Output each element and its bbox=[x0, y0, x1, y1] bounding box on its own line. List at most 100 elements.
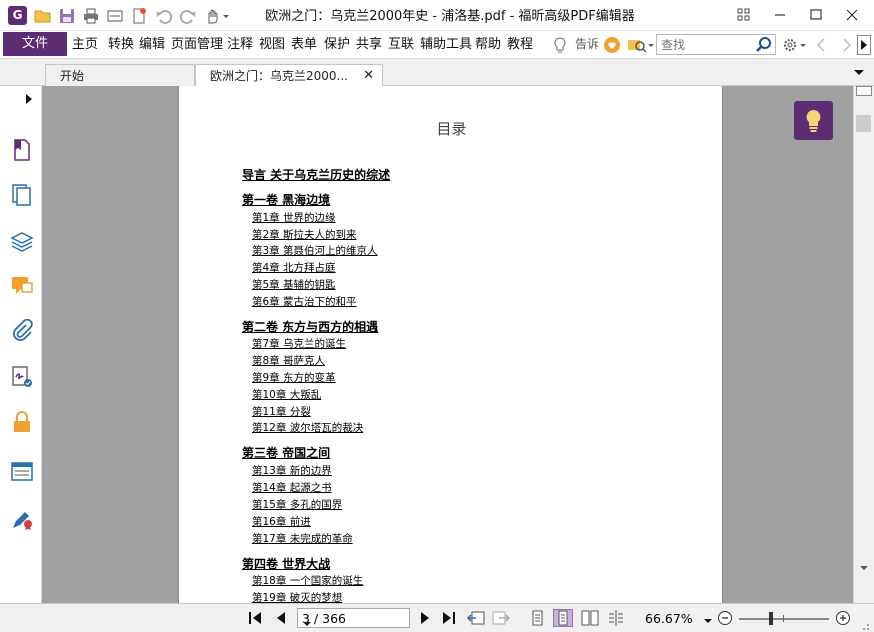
ribbon-expand-icon[interactable] bbox=[857, 35, 871, 55]
scan-icon[interactable] bbox=[106, 7, 124, 25]
toc-chapter-link[interactable]: 第12章 波尔塔瓦的裁决 bbox=[252, 420, 363, 435]
undo-icon[interactable] bbox=[155, 7, 173, 25]
menu-help[interactable]: 帮助 bbox=[475, 31, 501, 58]
facing-view-icon[interactable] bbox=[581, 610, 599, 626]
toc-chapter-link[interactable]: 第15章 多孔的国界 bbox=[252, 497, 342, 512]
toc-section-link[interactable]: 第三卷 帝国之间 bbox=[242, 444, 330, 461]
form-fields-icon[interactable] bbox=[10, 460, 34, 484]
scrollbar-thumb[interactable] bbox=[856, 115, 871, 132]
toc-chapter-link[interactable]: 第7章 乌克兰的诞生 bbox=[252, 336, 346, 351]
tab-list-dropdown-icon[interactable] bbox=[852, 67, 866, 79]
pdf-page[interactable]: 目录 导言 关于乌克兰历史的综述 第一卷 黑海边境 第1章 世界的边缘 第2章 … bbox=[178, 86, 723, 603]
tab-start[interactable]: 开始 bbox=[45, 64, 195, 88]
toc-chapter-link[interactable]: 第5章 基辅的钥匙 bbox=[252, 277, 336, 292]
toc-chapter-link[interactable]: 第19章 破灭的梦想 bbox=[252, 590, 342, 603]
menu-connect[interactable]: 互联 bbox=[388, 31, 414, 58]
layers-icon[interactable] bbox=[10, 229, 34, 253]
zoom-slider-thumb[interactable] bbox=[769, 612, 773, 625]
menu-form[interactable]: 表单 bbox=[291, 31, 317, 58]
menu-convert[interactable]: 转换 bbox=[108, 31, 134, 58]
window-resize-grip-icon[interactable] bbox=[857, 618, 871, 632]
continuous-facing-view-icon[interactable] bbox=[607, 610, 625, 626]
menu-comment[interactable]: 注释 bbox=[227, 31, 253, 58]
find-dropdown-icon[interactable] bbox=[627, 36, 655, 54]
hint-lightbulb-button[interactable] bbox=[794, 101, 833, 140]
menu-share[interactable]: 共享 bbox=[356, 31, 382, 58]
toc-chapter-link[interactable]: 第13章 新的边界 bbox=[252, 463, 332, 478]
toc-chapter-link[interactable]: 第3章 第聂伯河上的维京人 bbox=[252, 243, 378, 258]
feedback-icon[interactable] bbox=[603, 36, 621, 54]
maximize-icon[interactable] bbox=[805, 5, 827, 25]
document-view[interactable]: 目录 导言 关于乌克兰历史的综述 第一卷 黑海边境 第1章 世界的边缘 第2章 … bbox=[42, 86, 853, 603]
last-page-icon[interactable] bbox=[441, 610, 457, 626]
toc-chapter-link[interactable]: 第8章 哥萨克人 bbox=[252, 353, 325, 368]
single-page-view-icon[interactable] bbox=[529, 610, 545, 626]
menu-home[interactable]: 主页 bbox=[72, 31, 98, 58]
menu-accessibility[interactable]: 辅助工具 bbox=[420, 31, 472, 58]
security-lock-icon[interactable] bbox=[10, 410, 34, 434]
toc-section-link[interactable]: 导言 关于乌克兰历史的综述 bbox=[242, 166, 390, 183]
zoom-in-icon[interactable] bbox=[835, 610, 851, 626]
zoom-slider[interactable] bbox=[739, 612, 829, 625]
tab-document[interactable]: 欧洲之门：乌克兰2000... ✕ bbox=[195, 64, 383, 88]
open-folder-icon[interactable] bbox=[34, 7, 52, 25]
signatures-icon[interactable] bbox=[10, 365, 34, 389]
menu-organize[interactable]: 页面管理 bbox=[171, 31, 223, 58]
bookmarks-icon[interactable] bbox=[10, 138, 34, 162]
close-window-icon[interactable] bbox=[841, 5, 863, 25]
lightbulb-icon[interactable] bbox=[552, 36, 568, 54]
page-dropdown-icon[interactable] bbox=[302, 615, 312, 626]
close-tab-icon[interactable]: ✕ bbox=[363, 65, 374, 87]
zoom-dropdown-icon[interactable] bbox=[703, 614, 713, 623]
file-menu-button[interactable]: 文件 bbox=[3, 32, 67, 56]
nav-back-icon[interactable] bbox=[814, 36, 828, 54]
toc-chapter-link[interactable]: 第6章 蒙古治下的和平 bbox=[252, 294, 357, 309]
tell-me-label[interactable]: 告诉 bbox=[575, 31, 599, 58]
first-page-icon[interactable] bbox=[247, 610, 263, 626]
app-logo-icon[interactable]: G bbox=[8, 6, 27, 25]
toc-chapter-link[interactable]: 第9章 东方的变革 bbox=[252, 370, 336, 385]
toc-section-link[interactable]: 第四卷 世界大战 bbox=[242, 555, 330, 572]
toc-chapter-link[interactable]: 第4章 北方拜占庭 bbox=[252, 260, 336, 275]
toc-chapter-link[interactable]: 第18章 一个国家的诞生 bbox=[252, 573, 363, 588]
print-icon[interactable] bbox=[82, 7, 100, 25]
search-icon[interactable] bbox=[756, 36, 772, 53]
toc-section-link[interactable]: 第一卷 黑海边境 bbox=[242, 191, 330, 208]
new-document-icon[interactable] bbox=[130, 7, 148, 25]
menu-edit[interactable]: 编辑 bbox=[139, 31, 165, 58]
settings-dropdown-icon[interactable] bbox=[782, 36, 808, 54]
attachments-icon[interactable] bbox=[10, 318, 34, 343]
scroll-down-arrow-icon[interactable] bbox=[858, 562, 870, 574]
previous-view-icon[interactable] bbox=[466, 610, 486, 626]
hand-tool-dropdown-icon[interactable] bbox=[204, 7, 230, 25]
next-view-icon[interactable] bbox=[491, 610, 511, 626]
continuous-view-icon[interactable] bbox=[553, 609, 573, 627]
toc-chapter-link[interactable]: 第10章 大叛乱 bbox=[252, 387, 321, 402]
ribbon-display-options-icon[interactable] bbox=[733, 5, 755, 25]
menu-view[interactable]: 视图 bbox=[259, 31, 285, 58]
toc-section-link[interactable]: 第二卷 东方与西方的相遇 bbox=[242, 318, 378, 335]
toc-chapter-link[interactable]: 第14章 起源之书 bbox=[252, 480, 332, 495]
zoom-out-icon[interactable] bbox=[717, 610, 733, 626]
expand-panel-icon[interactable] bbox=[24, 93, 34, 105]
next-page-icon[interactable] bbox=[417, 610, 433, 626]
scroll-up-arrow-icon[interactable] bbox=[856, 86, 872, 96]
vertical-scrollbar[interactable] bbox=[853, 86, 874, 603]
search-input[interactable] bbox=[657, 35, 753, 54]
save-icon[interactable] bbox=[58, 7, 76, 25]
toc-chapter-link[interactable]: 第2章 斯拉夫人的到来 bbox=[252, 227, 357, 242]
menu-tutorial[interactable]: 教程 bbox=[507, 31, 533, 58]
toc-chapter-link[interactable]: 第11章 分裂 bbox=[252, 404, 311, 419]
nav-forward-icon[interactable] bbox=[840, 36, 854, 54]
menu-protect[interactable]: 保护 bbox=[324, 31, 350, 58]
certify-pen-icon[interactable] bbox=[10, 507, 34, 531]
toc-chapter-link[interactable]: 第1章 世界的边缘 bbox=[252, 210, 336, 225]
page-thumbnails-icon[interactable] bbox=[10, 183, 34, 207]
comments-icon[interactable] bbox=[10, 274, 34, 298]
redo-icon[interactable] bbox=[179, 7, 197, 25]
previous-page-icon[interactable] bbox=[273, 610, 289, 626]
toc-chapter-link[interactable]: 第16章 前进 bbox=[252, 514, 311, 529]
toc-chapter-link[interactable]: 第17章 未完成的革命 bbox=[252, 531, 353, 546]
minimize-icon[interactable] bbox=[769, 5, 791, 25]
search-box[interactable] bbox=[656, 34, 776, 55]
